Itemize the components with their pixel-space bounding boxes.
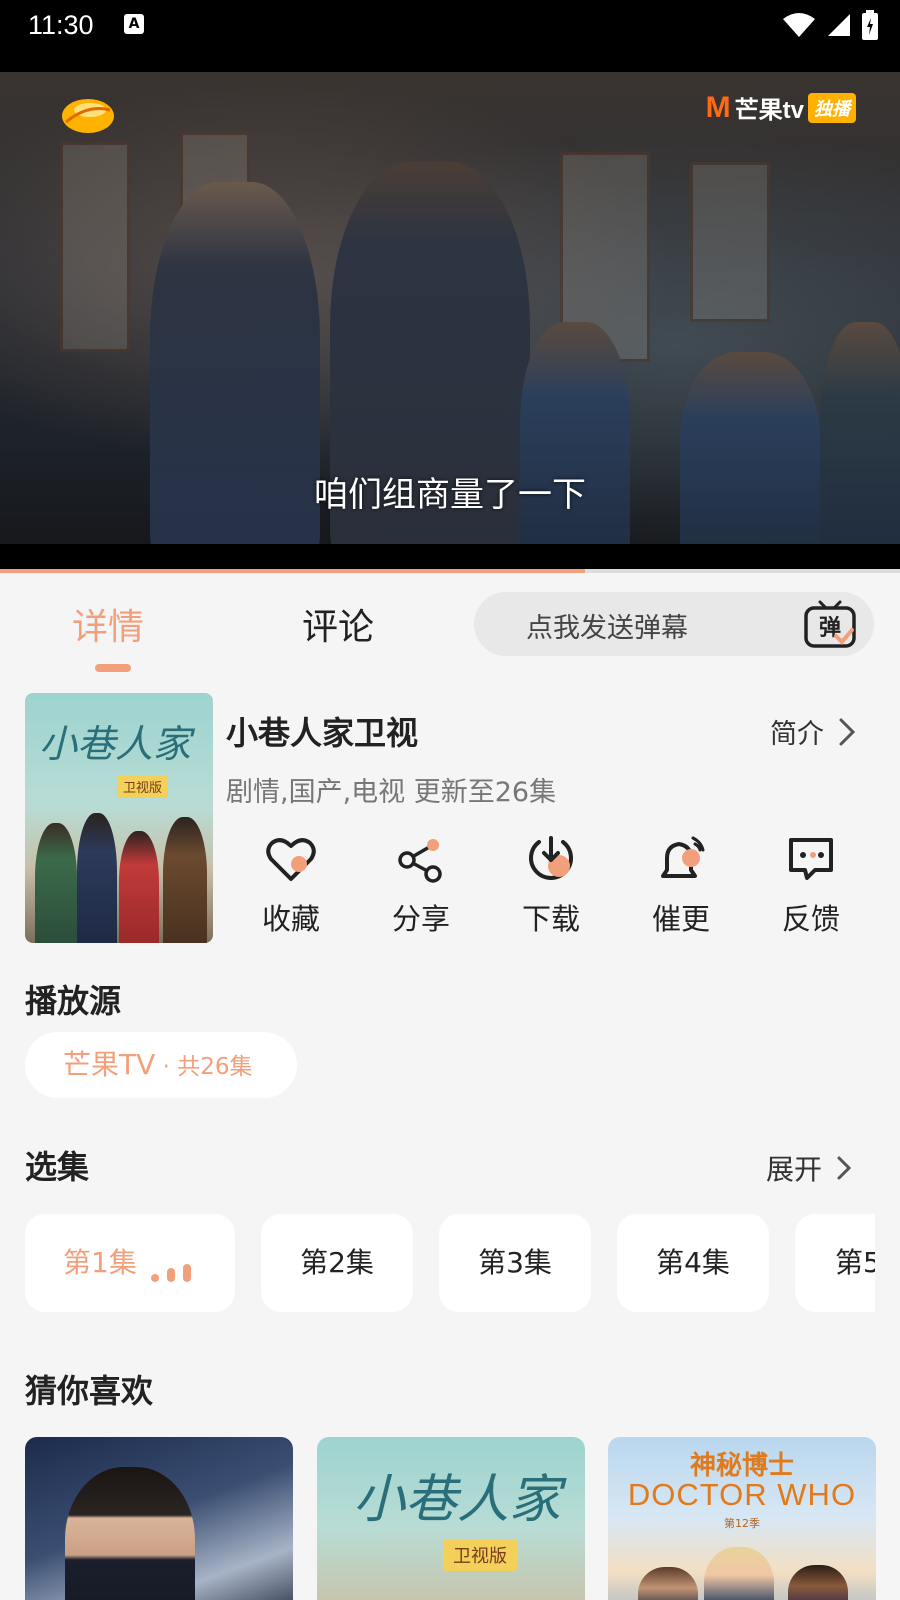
feedback-label: 反馈 [781, 902, 840, 936]
status-icons [782, 10, 878, 40]
source-chip[interactable]: 芒果TV · 共26集 [25, 1032, 297, 1098]
now-playing-icon [151, 1264, 191, 1282]
notification-icon: A [124, 14, 144, 34]
video-letterbox [0, 544, 900, 570]
rec3-figure [704, 1547, 774, 1600]
recommend-card-2[interactable]: 小巷人家 卫视版 [317, 1437, 585, 1600]
source-chip-main: 芒果TV [63, 1048, 156, 1081]
rec2-title: 小巷人家 [353, 1470, 562, 1530]
source-chip-sep: · [155, 1054, 178, 1080]
status-time: 11:30 [28, 10, 94, 40]
heart-icon [266, 838, 316, 881]
status-bar: 11:30 A [0, 0, 900, 72]
mango-name: 芒果tv [734, 97, 804, 124]
intro-label: 简介 [770, 719, 824, 750]
rec2-tag: 卫视版 [443, 1539, 517, 1571]
episode-2[interactable]: 第2集 [261, 1214, 413, 1312]
recommend-card-3[interactable]: 神秘博士 DOCTOR WHO 第12季 [608, 1437, 876, 1600]
download-button[interactable]: 下载 [486, 832, 616, 938]
feedback-button[interactable]: 反馈 [746, 832, 876, 938]
rec3-title-en: DOCTOR WHO [627, 1477, 857, 1512]
episode-1[interactable]: 第1集 [25, 1214, 235, 1312]
download-icon [529, 836, 573, 880]
episode-5[interactable]: 第5集 [795, 1214, 875, 1312]
show-title: 小巷人家卫视 [226, 714, 419, 752]
tab-comments[interactable]: 评论 [302, 598, 374, 650]
danmu-toggle-icon[interactable]: 弹 [802, 596, 858, 652]
detail-tabs: 详情 评论 点我发送弹幕 弹 [0, 588, 900, 676]
mango-mark: M [705, 90, 731, 124]
episode-list: 第1集 第2集 第3集 第4集 第5集 [25, 1214, 875, 1314]
remind-update-label: 催更 [651, 902, 710, 936]
poster-title: 小巷人家 [39, 722, 192, 766]
tab-indicator [95, 664, 131, 672]
wifi-icon [783, 13, 815, 37]
intro-link[interactable]: 简介 [770, 712, 856, 751]
video-figure [520, 322, 630, 570]
episode-3[interactable]: 第3集 [439, 1214, 591, 1312]
bell-icon [661, 836, 705, 878]
feedback-icon [789, 838, 833, 880]
tab-details[interactable]: 详情 [72, 598, 144, 650]
danmu-input[interactable]: 点我发送弹幕 弹 [474, 592, 874, 656]
battery-icon [862, 10, 878, 40]
poster-person [163, 817, 207, 943]
signal-icon [828, 14, 850, 36]
remind-update-button[interactable]: 催更 [616, 832, 746, 938]
share-label: 分享 [391, 902, 450, 936]
poster-person [119, 831, 159, 943]
danmu-placeholder: 点我发送弹幕 [526, 613, 688, 644]
expand-label: 展开 [766, 1153, 823, 1186]
episodes-section-title: 选集 [25, 1148, 90, 1186]
recommend-section-title: 猜你喜欢 [25, 1372, 154, 1410]
favorite-label: 收藏 [261, 902, 320, 936]
share-button[interactable]: 分享 [356, 832, 486, 938]
video-figure [680, 352, 820, 570]
expand-episodes-link[interactable]: 展开 [766, 1148, 852, 1188]
recommend-card-1[interactable] [25, 1437, 293, 1600]
source-chip-count: 共26集 [177, 1054, 253, 1080]
channel-logo-icon [62, 99, 114, 133]
poster-person [77, 813, 117, 943]
favorite-button[interactable]: 收藏 [226, 832, 356, 938]
show-poster[interactable]: 小巷人家 卫视版 [25, 693, 213, 943]
poster-person [35, 823, 77, 943]
poster-tag: 卫视版 [117, 775, 169, 798]
exclusive-badge: 独播 [808, 92, 856, 123]
video-scene-window [60, 142, 130, 352]
source-section-title: 播放源 [25, 982, 122, 1020]
rec3-season: 第12季 [724, 1517, 760, 1530]
show-meta: 剧情,国产,电视 更新至26集 [226, 777, 557, 808]
chevron-right-icon [837, 1156, 852, 1180]
video-subtitle: 咱们组商量了一下 [314, 475, 586, 515]
chevron-right-icon [839, 718, 856, 745]
video-figure [820, 322, 900, 570]
download-label: 下载 [521, 902, 580, 936]
video-player[interactable]: M 芒果tv 独播 咱们组商量了一下 [0, 72, 900, 570]
share-icon [398, 839, 442, 883]
rec1-figure [65, 1467, 195, 1600]
action-row: 收藏 分享 下载 催更 反馈 [226, 832, 876, 942]
mango-tv-logo: M 芒果tv 独播 [706, 90, 856, 125]
episode-4[interactable]: 第4集 [617, 1214, 769, 1312]
rec3-figure [788, 1565, 848, 1600]
rec3-figure [638, 1567, 698, 1600]
video-scene-window [690, 162, 770, 322]
episode-1-label: 第1集 [63, 1246, 137, 1279]
video-progress-fill [0, 569, 585, 573]
video-progress-bar[interactable] [0, 569, 900, 573]
